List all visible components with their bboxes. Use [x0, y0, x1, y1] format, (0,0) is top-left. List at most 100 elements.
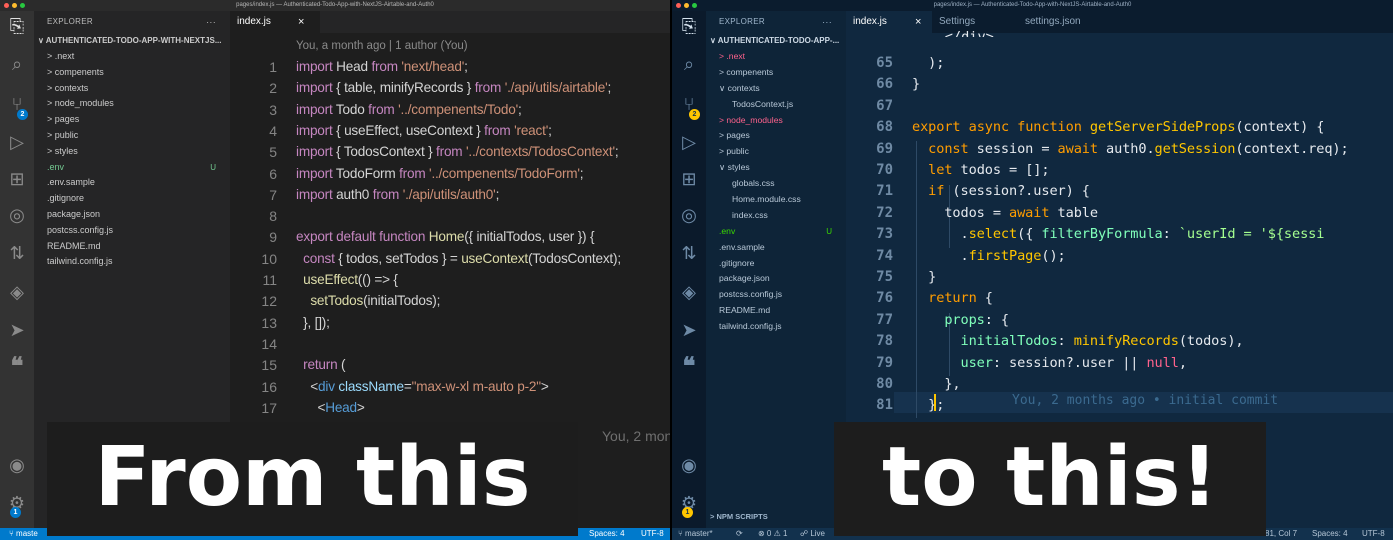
timeline-icon[interactable]: ◎ — [672, 204, 706, 226]
code-line: initialTodos: minifyRecords(todos), — [960, 333, 1244, 350]
line-number: 77 — [876, 311, 893, 328]
file-tree-item[interactable]: > compenents — [706, 65, 846, 81]
encoding-status[interactable]: UTF-8 — [1362, 528, 1385, 540]
file-tree-item[interactable]: > public — [706, 144, 846, 160]
minimize-window-button[interactable] — [684, 3, 689, 8]
extensions-icon[interactable]: ⊞ — [672, 168, 706, 190]
file-tree-item[interactable]: .env U — [706, 224, 846, 240]
maximize-window-button[interactable] — [20, 3, 25, 8]
file-tree-item[interactable]: tailwind.config.js — [34, 254, 230, 270]
file-tree-item[interactable]: > node_modules — [706, 113, 846, 129]
file-tree-item[interactable]: .gitignore — [706, 256, 846, 272]
live-share-status[interactable]: ☍ Live — [800, 528, 825, 540]
file-tree-item[interactable]: package.json — [706, 271, 846, 287]
file-tree-item[interactable]: Home.module.css — [706, 192, 846, 208]
remote-icon[interactable]: ➤ — [0, 319, 34, 341]
file-tree-item[interactable]: .env U — [34, 160, 230, 176]
file-tree-item[interactable]: tailwind.config.js — [706, 319, 846, 335]
pull-request-icon[interactable]: ⇅ — [672, 242, 706, 264]
run-debug-icon[interactable]: ▷ — [0, 131, 34, 153]
remote-icon[interactable]: ➤ — [672, 319, 706, 341]
file-tree: > .next > compenents ∨ contexts TodosContex… — [706, 49, 846, 335]
minimize-window-button[interactable] — [12, 3, 17, 8]
more-actions-icon[interactable]: ··· — [206, 11, 216, 33]
quote-icon[interactable]: ❝ — [0, 355, 34, 379]
files-icon[interactable]: ⎘ — [0, 15, 34, 37]
root-folder[interactable]: ∨ AUTHENTICATED-TODO-APP-WITH-NEXTJS... — [34, 33, 230, 49]
file-tree-item[interactable]: > .next — [34, 49, 230, 65]
file-tree-item[interactable]: .env.sample — [706, 240, 846, 256]
file-tree-item[interactable]: .gitignore — [34, 191, 230, 207]
close-window-button[interactable] — [4, 3, 9, 8]
code-line: import auth0 from './api/utils/auth0'; — [296, 186, 500, 202]
npm-scripts-section[interactable]: > NPM SCRIPTS — [710, 512, 768, 521]
file-tree-item[interactable]: README.md — [34, 239, 230, 255]
file-tree-item[interactable]: ∨ contexts — [706, 81, 846, 97]
file-tree-item[interactable]: > compenents — [34, 65, 230, 81]
code-line: }, []); — [296, 314, 330, 330]
pull-request-icon[interactable]: ⇅ — [0, 242, 34, 264]
more-actions-icon[interactable]: ··· — [822, 11, 832, 33]
file-tree-item[interactable]: index.css — [706, 208, 846, 224]
file-tree-item[interactable]: postcss.config.js — [706, 287, 846, 303]
explorer-sidebar: EXPLORER ··· ∨ AUTHENTICATED-TODO-APP-..… — [706, 11, 846, 540]
file-tree-item[interactable]: > public — [34, 128, 230, 144]
branch-status[interactable]: ⑂ maste — [9, 528, 38, 540]
gitkraken-icon[interactable]: ◈ — [0, 281, 34, 303]
file-tree-item[interactable]: TodosContext.js — [706, 97, 846, 113]
file-tree-item[interactable]: ∨ styles — [706, 160, 846, 176]
quote-icon[interactable]: ❝ — [672, 355, 706, 379]
files-icon[interactable]: ⎘ — [672, 15, 706, 37]
sync-icon[interactable]: ⟳ — [736, 528, 743, 540]
tab-settings-json[interactable]: settings.json — [1018, 11, 1118, 33]
file-tree-label: .env — [47, 161, 65, 172]
extensions-icon[interactable]: ⊞ — [0, 168, 34, 190]
file-tree-item[interactable]: package.json — [34, 207, 230, 223]
explorer-header: EXPLORER ··· — [34, 11, 230, 33]
file-tree-item[interactable]: > pages — [34, 112, 230, 128]
branch-status[interactable]: ⑂ master* — [678, 528, 713, 540]
close-tab-icon[interactable]: × — [298, 11, 304, 33]
code-line: import Head from 'next/head'; — [296, 59, 468, 74]
tab-bar: index.js × — [230, 11, 670, 33]
run-debug-icon[interactable]: ▷ — [672, 131, 706, 153]
line-number: 73 — [876, 226, 893, 243]
file-tree-item[interactable]: .env.sample — [34, 175, 230, 191]
file-tree-item[interactable]: > styles — [34, 144, 230, 160]
maximize-window-button[interactable] — [692, 3, 697, 8]
search-icon[interactable]: ⌕ — [0, 53, 34, 75]
file-tree-item[interactable]: globals.css — [706, 176, 846, 192]
file-tree-label: > .next — [47, 51, 75, 61]
code-line: import TodoForm from '../compenents/Todo… — [296, 165, 584, 181]
indent-status[interactable]: Spaces: 4 — [1312, 528, 1348, 540]
branch-name: master* — [685, 529, 713, 538]
encoding-status[interactable]: UTF-8 — [641, 528, 664, 540]
file-tree-item[interactable]: postcss.config.js — [34, 223, 230, 239]
code-line: <Head> — [296, 399, 365, 415]
root-folder[interactable]: ∨ AUTHENTICATED-TODO-APP-... — [706, 33, 846, 49]
account-icon[interactable]: ◉ — [672, 454, 706, 476]
file-tree-item[interactable]: > .next — [706, 49, 846, 65]
account-icon[interactable]: ◉ — [0, 454, 34, 476]
file-tree-item[interactable]: README.md — [706, 303, 846, 319]
problems-status[interactable]: ⊗ 0 ⚠ 1 — [758, 528, 787, 540]
tab-label: index.js — [237, 16, 271, 27]
close-window-button[interactable] — [676, 3, 681, 8]
root-folder-label: AUTHENTICATED-TODO-APP-... — [717, 36, 840, 45]
codelens-blame[interactable]: You, a month ago | 1 author (You) — [296, 40, 468, 52]
search-icon[interactable]: ⌕ — [672, 53, 706, 75]
file-tree-item[interactable]: > contexts — [34, 81, 230, 97]
line-number: 81 — [876, 397, 893, 414]
gitkraken-icon[interactable]: ◈ — [672, 281, 706, 303]
file-tree-label: > node_modules — [719, 114, 783, 125]
file-tree-label: > styles — [47, 145, 78, 156]
tab-index-js[interactable]: index.js × — [230, 11, 320, 33]
file-tree-item[interactable]: > pages — [706, 128, 846, 144]
file-tree-item[interactable]: > node_modules — [34, 96, 230, 112]
line-number: 8 — [269, 208, 277, 225]
file-tree: > .next > compenents > contexts > node_modu… — [34, 49, 230, 270]
timeline-icon[interactable]: ◎ — [0, 204, 34, 226]
cursor-position-status[interactable]: 81, Col 7 — [1265, 528, 1297, 540]
indent-status[interactable]: Spaces: 4 — [589, 528, 625, 540]
settings-badge: 1 — [682, 507, 693, 518]
